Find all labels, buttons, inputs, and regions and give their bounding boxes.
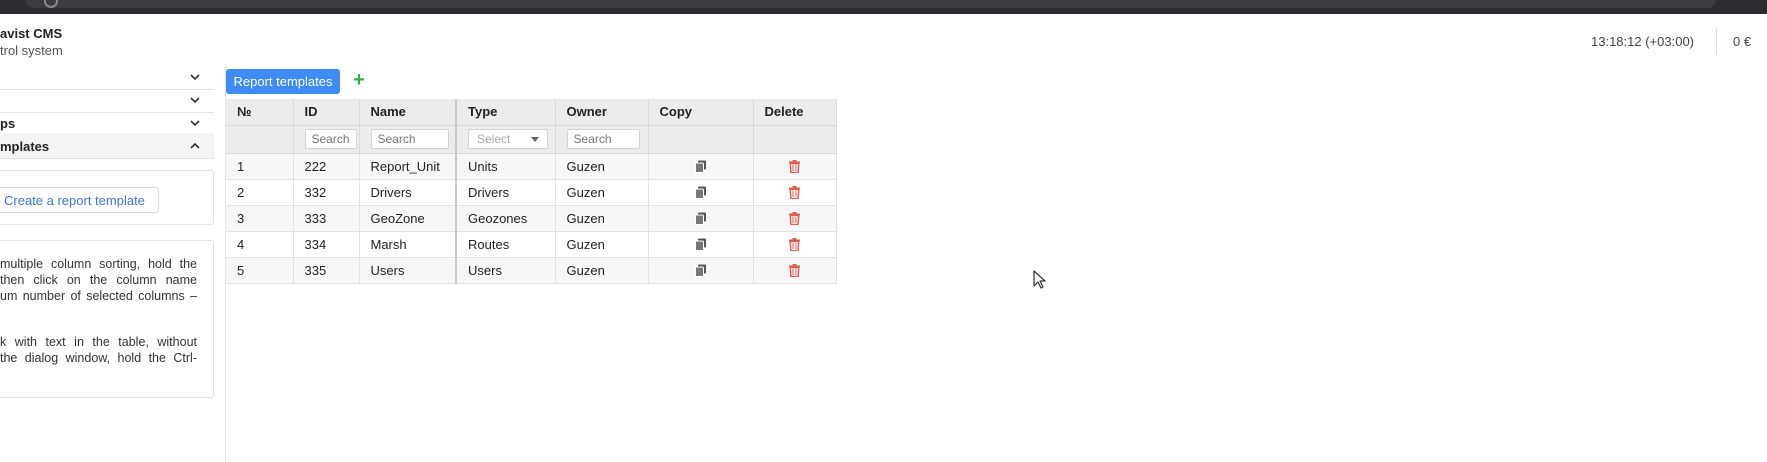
cell-type: Routes bbox=[456, 231, 556, 258]
plus-icon[interactable]: + bbox=[349, 70, 369, 91]
filter-cell-id bbox=[293, 124, 360, 154]
cell-copy bbox=[648, 205, 754, 232]
name-search-input[interactable] bbox=[370, 129, 449, 149]
cell-id: 222 bbox=[293, 153, 360, 180]
browser-top-bar bbox=[0, 0, 1767, 14]
cell-delete bbox=[753, 257, 837, 284]
trash-icon[interactable] bbox=[789, 263, 800, 277]
filter-cell-empty bbox=[753, 124, 837, 154]
filter-cell-name bbox=[359, 124, 457, 154]
filter-cell-type: Select bbox=[456, 124, 556, 154]
cell-name: Users bbox=[359, 257, 457, 284]
table-row[interactable]: 3 333 GeoZone Geozones Guzen bbox=[226, 205, 837, 232]
app-header: avist CMS trol system 13:18:12 (+03:00) … bbox=[0, 14, 1767, 64]
header-divider bbox=[1716, 28, 1717, 54]
cell-number: 5 bbox=[226, 257, 294, 284]
trash-icon[interactable] bbox=[789, 159, 800, 173]
cell-copy bbox=[648, 153, 754, 180]
cell-name: Marsh bbox=[359, 231, 457, 258]
owner-search-input[interactable] bbox=[566, 129, 640, 149]
table-row[interactable]: 1 222 Report_Unit Units Guzen bbox=[226, 153, 837, 180]
cell-delete bbox=[753, 231, 837, 258]
table-row[interactable]: 5 335 Users Users Guzen bbox=[226, 257, 837, 284]
cell-copy bbox=[648, 257, 754, 284]
tab-report-templates[interactable]: Report templates bbox=[226, 69, 340, 94]
report-templates-table: № ID Name Type Owner Copy Delete Search … bbox=[226, 99, 837, 284]
hint-line: um number of selected columns – bbox=[0, 289, 197, 303]
copy-icon[interactable] bbox=[694, 160, 707, 173]
cell-copy bbox=[648, 231, 754, 258]
cell-type: Units bbox=[456, 153, 556, 180]
column-header-type[interactable]: Type bbox=[456, 99, 556, 125]
cell-name: Report_Unit bbox=[359, 153, 457, 180]
filter-cell-empty bbox=[648, 124, 754, 154]
cell-delete bbox=[753, 153, 837, 180]
table-row[interactable]: 2 332 Drivers Drivers Guzen bbox=[226, 179, 837, 206]
table-row[interactable]: 4 334 Marsh Routes Guzen bbox=[226, 231, 837, 258]
copy-icon[interactable] bbox=[694, 264, 707, 277]
main-content: Report templates + № ID Name Type Owner … bbox=[226, 64, 1767, 462]
create-template-panel: Create a report template bbox=[0, 170, 214, 225]
trash-icon[interactable] bbox=[789, 237, 800, 251]
filter-row: Select bbox=[226, 124, 837, 154]
cell-delete bbox=[753, 179, 837, 206]
cell-id: 332 bbox=[293, 179, 360, 206]
cell-number: 3 bbox=[226, 205, 294, 232]
chevron-up-icon bbox=[190, 142, 200, 149]
sidebar-item-label: mplates bbox=[0, 139, 50, 154]
chevron-down-icon bbox=[190, 120, 200, 127]
cell-copy bbox=[648, 179, 754, 206]
address-bar[interactable] bbox=[26, 0, 1716, 8]
trash-icon[interactable] bbox=[789, 211, 800, 225]
cell-owner: Guzen bbox=[555, 179, 649, 206]
cell-number: 2 bbox=[226, 179, 294, 206]
column-header-copy: Copy bbox=[648, 99, 754, 125]
cell-owner: Guzen bbox=[555, 231, 649, 258]
cell-id: 335 bbox=[293, 257, 360, 284]
sidebar-item-label: ps bbox=[0, 116, 16, 131]
copy-icon[interactable] bbox=[694, 186, 707, 199]
column-header-id[interactable]: ID bbox=[293, 99, 360, 125]
cell-type: Geozones bbox=[456, 205, 556, 232]
cell-owner: Guzen bbox=[555, 205, 649, 232]
table-header-row: № ID Name Type Owner Copy Delete bbox=[226, 99, 837, 125]
cell-number: 4 bbox=[226, 231, 294, 258]
type-select-placeholder: Select bbox=[477, 132, 511, 146]
cell-delete bbox=[753, 205, 837, 232]
cell-id: 333 bbox=[293, 205, 360, 232]
sidebar-item-templates[interactable]: mplates bbox=[0, 133, 214, 159]
create-report-template-button[interactable]: Create a report template bbox=[0, 187, 159, 213]
caret-down-icon bbox=[531, 137, 539, 142]
column-header-number[interactable]: № bbox=[226, 99, 294, 125]
sidebar: ps mplates Create a report template mult… bbox=[0, 64, 226, 462]
filter-cell-owner bbox=[555, 124, 649, 154]
chevron-down-icon bbox=[190, 74, 200, 81]
cell-name: Drivers bbox=[359, 179, 457, 206]
hint-line: the dialog window, hold the Ctrl- bbox=[0, 351, 197, 365]
brand-title: avist CMS bbox=[0, 26, 63, 41]
type-select[interactable]: Select bbox=[468, 129, 548, 149]
cell-name: GeoZone bbox=[359, 205, 457, 232]
cell-owner: Guzen bbox=[555, 153, 649, 180]
mouse-cursor-icon bbox=[1033, 270, 1046, 289]
account-balance: 0 € bbox=[1733, 34, 1752, 49]
copy-icon[interactable] bbox=[694, 212, 707, 225]
cell-type: Users bbox=[456, 257, 556, 284]
column-header-owner[interactable]: Owner bbox=[555, 99, 649, 125]
brand-subtitle: trol system bbox=[0, 43, 63, 58]
cell-owner: Guzen bbox=[555, 257, 649, 284]
trash-icon[interactable] bbox=[789, 185, 800, 199]
server-clock: 13:18:12 (+03:00) bbox=[1591, 34, 1694, 49]
cell-number: 1 bbox=[226, 153, 294, 180]
column-header-name[interactable]: Name bbox=[359, 99, 457, 125]
copy-icon[interactable] bbox=[694, 238, 707, 251]
column-header-delete: Delete bbox=[753, 99, 837, 125]
cell-type: Drivers bbox=[456, 179, 556, 206]
help-panel: multiple column sorting, hold the then c… bbox=[0, 240, 214, 398]
id-search-input[interactable] bbox=[304, 129, 357, 149]
chevron-down-icon bbox=[190, 97, 200, 104]
cell-id: 334 bbox=[293, 231, 360, 258]
filter-cell-empty bbox=[226, 124, 294, 154]
